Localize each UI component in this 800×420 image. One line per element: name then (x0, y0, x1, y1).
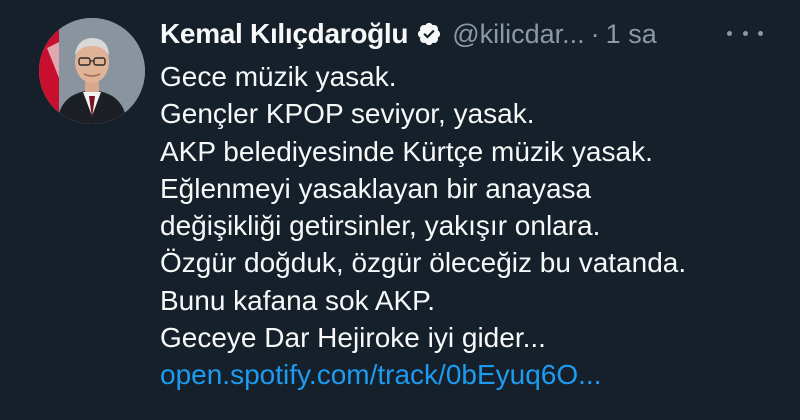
header-separator: · (590, 18, 600, 49)
more-options-icon[interactable] (727, 22, 763, 44)
tweet-timestamp[interactable]: 1 sa (606, 19, 657, 50)
more-dot (742, 30, 748, 36)
more-dot (727, 30, 732, 36)
tweet-header: Kemal Kılıçdaroğlu @kilicdar... · 1 sa (160, 14, 657, 54)
more-dot (758, 30, 763, 36)
avatar-portrait-icon (39, 18, 145, 124)
author-avatar[interactable] (39, 18, 145, 124)
author-name[interactable]: Kemal Kılıçdaroğlu (160, 18, 409, 50)
tweet: Kemal Kılıçdaroğlu @kilicdar... · 1 sa G… (0, 0, 800, 420)
tweet-text-line: AKP belediyesinde Kürtçe müzik yasak. (160, 135, 653, 167)
tweet-text-line: Özgür doğduk, özgür öleceğiz bu vatanda. (160, 247, 687, 279)
tweet-text-line: değişikliği getirsinler, yakışır onlara. (160, 210, 601, 242)
verified-badge-icon (416, 21, 442, 47)
tweet-text-line: Bunu kafana sok AKP. (160, 284, 436, 316)
tweet-link[interactable]: open.spotify.com/track/0bEyuq6O... (160, 356, 780, 393)
tweet-text-line: Geceye Dar Hejiroke iyi gider... (160, 322, 546, 354)
tweet-text-line: Eğlenmeyi yasaklayan bir anayasa (160, 172, 592, 204)
tweet-text-line: Gençler KPOP seviyor, yasak. (160, 98, 535, 130)
tweet-text-line: Gece müzik yasak. (160, 61, 397, 92)
tweet-text: Gece müzik yasak. Gençler KPOP seviyor, … (160, 58, 780, 394)
author-handle[interactable]: @kilicdar... (452, 19, 584, 50)
